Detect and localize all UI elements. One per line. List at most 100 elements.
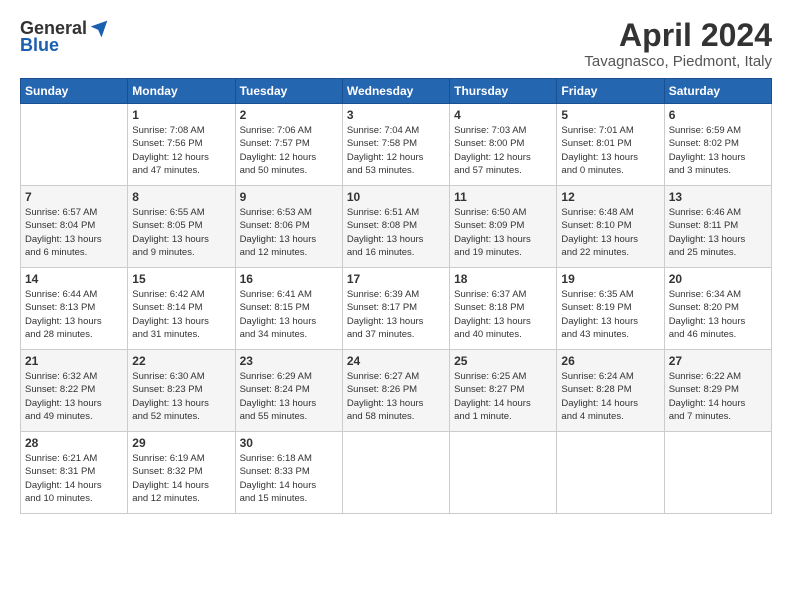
day-number: 22 bbox=[132, 354, 230, 368]
week-row-2: 7 Sunrise: 6:57 AM Sunset: 8:04 PM Daylig… bbox=[21, 186, 772, 268]
calendar-cell: 25Sunrise: 6:25 AM Sunset: 8:27 PM Dayli… bbox=[450, 350, 557, 432]
week-row-4: 21 Sunrise: 6:32 AM Sunset: 8:22 PM Dayli… bbox=[21, 350, 772, 432]
col-header-wednesday: Wednesday bbox=[342, 79, 449, 104]
week-row-5: 28Sunrise: 6:21 AM Sunset: 8:31 PM Dayli… bbox=[21, 432, 772, 514]
calendar-cell: 14 Sunrise: 6:44 AM Sunset: 8:13 PM Dayli… bbox=[21, 268, 128, 350]
calendar-cell bbox=[342, 432, 449, 514]
day-info: Sunrise: 7:01 AM Sunset: 8:01 PM Dayligh… bbox=[561, 124, 659, 177]
col-header-monday: Monday bbox=[128, 79, 235, 104]
day-number: 20 bbox=[669, 272, 767, 286]
logo-blue-text: Blue bbox=[20, 35, 59, 56]
day-number: 11 bbox=[454, 190, 552, 204]
day-number: 15 bbox=[132, 272, 230, 286]
calendar-cell: 11 Sunrise: 6:50 AM Sunset: 8:09 PM Dayli… bbox=[450, 186, 557, 268]
calendar-cell: 29 Sunrise: 6:19 AM Sunset: 8:32 PM Dayli… bbox=[128, 432, 235, 514]
day-number: 18 bbox=[454, 272, 552, 286]
day-info: Sunrise: 6:29 AM Sunset: 8:24 PM Dayligh… bbox=[240, 370, 338, 423]
location: Tavagnasco, Piedmont, Italy bbox=[584, 53, 772, 70]
calendar-cell: 24 Sunrise: 6:27 AM Sunset: 8:26 PM Dayli… bbox=[342, 350, 449, 432]
day-number: 6 bbox=[669, 108, 767, 122]
calendar-cell: 6 Sunrise: 6:59 AM Sunset: 8:02 PM Daylig… bbox=[664, 104, 771, 186]
header-row: SundayMondayTuesdayWednesdayThursdayFrid… bbox=[21, 79, 772, 104]
day-info: Sunrise: 6:27 AM Sunset: 8:26 PM Dayligh… bbox=[347, 370, 445, 423]
col-header-thursday: Thursday bbox=[450, 79, 557, 104]
calendar-cell bbox=[450, 432, 557, 514]
day-number: 21 bbox=[25, 354, 123, 368]
calendar-cell: 5 Sunrise: 7:01 AM Sunset: 8:01 PM Daylig… bbox=[557, 104, 664, 186]
day-info: Sunrise: 6:24 AM Sunset: 8:28 PM Dayligh… bbox=[561, 370, 659, 423]
calendar-cell: 7 Sunrise: 6:57 AM Sunset: 8:04 PM Daylig… bbox=[21, 186, 128, 268]
calendar-cell bbox=[664, 432, 771, 514]
header: General Blue April 2024 Tavagnasco, Pied… bbox=[20, 18, 772, 70]
month-title: April 2024 bbox=[584, 18, 772, 53]
day-number: 17 bbox=[347, 272, 445, 286]
day-number: 27 bbox=[669, 354, 767, 368]
calendar-cell: 1Sunrise: 7:08 AM Sunset: 7:56 PM Daylig… bbox=[128, 104, 235, 186]
calendar-cell: 16Sunrise: 6:41 AM Sunset: 8:15 PM Dayli… bbox=[235, 268, 342, 350]
calendar-table: SundayMondayTuesdayWednesdayThursdayFrid… bbox=[20, 78, 772, 514]
calendar-cell bbox=[21, 104, 128, 186]
calendar-cell: 20 Sunrise: 6:34 AM Sunset: 8:20 PM Dayli… bbox=[664, 268, 771, 350]
week-row-3: 14 Sunrise: 6:44 AM Sunset: 8:13 PM Dayli… bbox=[21, 268, 772, 350]
day-info: Sunrise: 6:53 AM Sunset: 8:06 PM Dayligh… bbox=[240, 206, 338, 259]
calendar-cell: 23 Sunrise: 6:29 AM Sunset: 8:24 PM Dayli… bbox=[235, 350, 342, 432]
day-number: 7 bbox=[25, 190, 123, 204]
day-info: Sunrise: 7:08 AM Sunset: 7:56 PM Dayligh… bbox=[132, 124, 230, 177]
day-info: Sunrise: 6:50 AM Sunset: 8:09 PM Dayligh… bbox=[454, 206, 552, 259]
col-header-saturday: Saturday bbox=[664, 79, 771, 104]
day-number: 19 bbox=[561, 272, 659, 286]
day-info: Sunrise: 6:41 AM Sunset: 8:15 PM Dayligh… bbox=[240, 288, 338, 341]
day-number: 13 bbox=[669, 190, 767, 204]
calendar-cell: 17 Sunrise: 6:39 AM Sunset: 8:17 PM Dayli… bbox=[342, 268, 449, 350]
calendar-cell: 12 Sunrise: 6:48 AM Sunset: 8:10 PM Dayli… bbox=[557, 186, 664, 268]
day-info: Sunrise: 6:46 AM Sunset: 8:11 PM Dayligh… bbox=[669, 206, 767, 259]
calendar-cell: 4Sunrise: 7:03 AM Sunset: 8:00 PM Daylig… bbox=[450, 104, 557, 186]
calendar-cell: 2Sunrise: 7:06 AM Sunset: 7:57 PM Daylig… bbox=[235, 104, 342, 186]
calendar-cell: 22 Sunrise: 6:30 AM Sunset: 8:23 PM Dayli… bbox=[128, 350, 235, 432]
day-info: Sunrise: 6:55 AM Sunset: 8:05 PM Dayligh… bbox=[132, 206, 230, 259]
col-header-friday: Friday bbox=[557, 79, 664, 104]
day-info: Sunrise: 6:21 AM Sunset: 8:31 PM Dayligh… bbox=[25, 452, 123, 505]
calendar-cell: 3Sunrise: 7:04 AM Sunset: 7:58 PM Daylig… bbox=[342, 104, 449, 186]
day-info: Sunrise: 6:44 AM Sunset: 8:13 PM Dayligh… bbox=[25, 288, 123, 341]
day-info: Sunrise: 6:51 AM Sunset: 8:08 PM Dayligh… bbox=[347, 206, 445, 259]
day-info: Sunrise: 6:30 AM Sunset: 8:23 PM Dayligh… bbox=[132, 370, 230, 423]
day-number: 5 bbox=[561, 108, 659, 122]
calendar-cell: 26Sunrise: 6:24 AM Sunset: 8:28 PM Dayli… bbox=[557, 350, 664, 432]
day-number: 4 bbox=[454, 108, 552, 122]
day-number: 3 bbox=[347, 108, 445, 122]
day-number: 24 bbox=[347, 354, 445, 368]
page-container: General Blue April 2024 Tavagnasco, Pied… bbox=[0, 0, 792, 524]
calendar-cell bbox=[557, 432, 664, 514]
calendar-cell: 10 Sunrise: 6:51 AM Sunset: 8:08 PM Dayli… bbox=[342, 186, 449, 268]
day-info: Sunrise: 6:57 AM Sunset: 8:04 PM Dayligh… bbox=[25, 206, 123, 259]
day-number: 14 bbox=[25, 272, 123, 286]
day-info: Sunrise: 6:22 AM Sunset: 8:29 PM Dayligh… bbox=[669, 370, 767, 423]
day-info: Sunrise: 6:19 AM Sunset: 8:32 PM Dayligh… bbox=[132, 452, 230, 505]
col-header-sunday: Sunday bbox=[21, 79, 128, 104]
calendar-cell: 27 Sunrise: 6:22 AM Sunset: 8:29 PM Dayli… bbox=[664, 350, 771, 432]
day-info: Sunrise: 6:48 AM Sunset: 8:10 PM Dayligh… bbox=[561, 206, 659, 259]
title-block: April 2024 Tavagnasco, Piedmont, Italy bbox=[584, 18, 772, 70]
calendar-cell: 28Sunrise: 6:21 AM Sunset: 8:31 PM Dayli… bbox=[21, 432, 128, 514]
day-info: Sunrise: 6:59 AM Sunset: 8:02 PM Dayligh… bbox=[669, 124, 767, 177]
day-info: Sunrise: 6:34 AM Sunset: 8:20 PM Dayligh… bbox=[669, 288, 767, 341]
day-info: Sunrise: 6:32 AM Sunset: 8:22 PM Dayligh… bbox=[25, 370, 123, 423]
col-header-tuesday: Tuesday bbox=[235, 79, 342, 104]
day-number: 9 bbox=[240, 190, 338, 204]
day-number: 12 bbox=[561, 190, 659, 204]
day-number: 25 bbox=[454, 354, 552, 368]
day-number: 30 bbox=[240, 436, 338, 450]
calendar-cell: 30Sunrise: 6:18 AM Sunset: 8:33 PM Dayli… bbox=[235, 432, 342, 514]
day-number: 10 bbox=[347, 190, 445, 204]
calendar-cell: 19 Sunrise: 6:35 AM Sunset: 8:19 PM Dayli… bbox=[557, 268, 664, 350]
day-info: Sunrise: 6:35 AM Sunset: 8:19 PM Dayligh… bbox=[561, 288, 659, 341]
day-info: Sunrise: 6:42 AM Sunset: 8:14 PM Dayligh… bbox=[132, 288, 230, 341]
week-row-1: 1Sunrise: 7:08 AM Sunset: 7:56 PM Daylig… bbox=[21, 104, 772, 186]
calendar-cell: 8Sunrise: 6:55 AM Sunset: 8:05 PM Daylig… bbox=[128, 186, 235, 268]
day-number: 29 bbox=[132, 436, 230, 450]
day-number: 23 bbox=[240, 354, 338, 368]
day-info: Sunrise: 6:39 AM Sunset: 8:17 PM Dayligh… bbox=[347, 288, 445, 341]
calendar-cell: 9 Sunrise: 6:53 AM Sunset: 8:06 PM Daylig… bbox=[235, 186, 342, 268]
calendar-cell: 21 Sunrise: 6:32 AM Sunset: 8:22 PM Dayli… bbox=[21, 350, 128, 432]
